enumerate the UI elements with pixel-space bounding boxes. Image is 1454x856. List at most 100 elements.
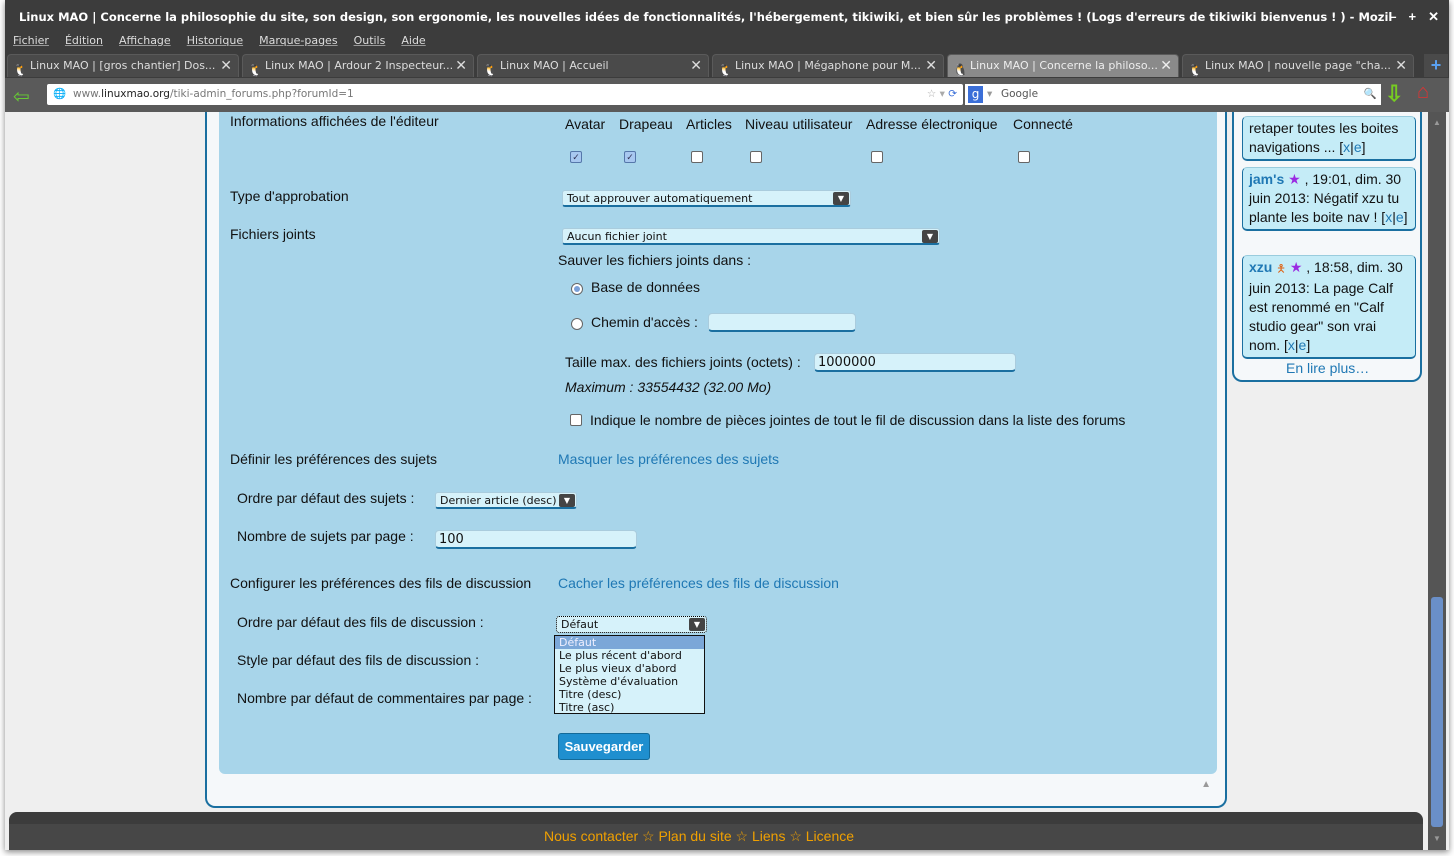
thread-prefs-link[interactable]: Cacher les préférences des fils de discu…: [558, 575, 839, 591]
url-path: /tiki-admin_forums.php?forumId=1: [169, 88, 354, 100]
tab[interactable]: 🐧 Linux MAO | Mégaphone pour M... ✕: [712, 54, 944, 77]
tab[interactable]: 🐧 Linux MAO | Accueil ✕: [477, 54, 709, 77]
menu-aide[interactable]: Aide: [401, 34, 425, 47]
tab[interactable]: 🐧 Linux MAO | nouvelle page "cha... ✕: [1182, 54, 1414, 77]
back-arrow-icon[interactable]: ⇦: [13, 84, 30, 109]
magnifier-icon[interactable]: 🔍: [1364, 84, 1377, 105]
star-icon: ★: [1289, 259, 1303, 275]
tab[interactable]: 🐧 Linux MAO | Ardour 2 Inspecteur... ✕: [242, 54, 474, 77]
menu-outils[interactable]: Outils: [354, 34, 386, 47]
email-checkbox[interactable]: [871, 151, 883, 163]
shout-edit-link[interactable]: e: [1299, 337, 1307, 353]
reload-icon[interactable]: ⟳: [948, 88, 957, 100]
close-tab-icon[interactable]: ✕: [690, 55, 702, 77]
url-bar[interactable]: 🌐 www.linuxmao.org/tiki-admin_forums.php…: [47, 84, 963, 105]
new-tab-button[interactable]: +: [1424, 54, 1448, 77]
dropdown-option[interactable]: Le plus vieux d'abord: [555, 662, 704, 675]
chevron-down-icon[interactable]: ▾: [987, 84, 992, 105]
close-button[interactable]: ✕: [1428, 9, 1439, 24]
home-icon[interactable]: ⌂: [1417, 81, 1429, 104]
store-path-radio[interactable]: [571, 318, 583, 330]
tux-icon: 🐧: [718, 63, 733, 77]
menu-affichage[interactable]: Affichage: [119, 34, 171, 47]
tab[interactable]: 🐧 Linux MAO | [gros chantier] Dos... ✕: [7, 54, 239, 77]
topic-order-label: Ordre par défaut des sujets :: [237, 490, 415, 506]
topic-order-select[interactable]: Dernier article (desc) ▼: [435, 492, 577, 509]
browser-window: Linux MAO | Concerne la philosophie du s…: [5, 0, 1449, 850]
close-tab-icon[interactable]: ✕: [1160, 55, 1172, 77]
bookmark-star-icon[interactable]: ☆ ▾ ⟳: [927, 84, 957, 105]
window-title: Linux MAO | Concerne la philosophie du s…: [19, 10, 1393, 24]
connecte-checkbox[interactable]: [1018, 151, 1030, 163]
approval-value: Tout approuver automatiquement: [567, 192, 753, 205]
site-footer: Nous contacter ☆ Plan du site ☆ Liens ☆ …: [9, 812, 1423, 850]
col-niveau: Niveau utilisateur: [745, 116, 853, 132]
tux-icon: 🐧: [13, 63, 28, 77]
max-size-note: Maximum : 33554432 (32.00 Mo): [565, 379, 772, 395]
col-avatar: Avatar: [565, 116, 606, 132]
dropdown-option[interactable]: Système d'évaluation: [555, 675, 704, 688]
store-db-radio[interactable]: [571, 283, 583, 295]
footer-links[interactable]: Nous contacter ☆ Plan du site ☆ Liens ☆ …: [544, 828, 854, 844]
navigation-bar: ⇦ 🌐 www.linuxmao.org/tiki-admin_forums.p…: [5, 78, 1449, 112]
shout-edit-link[interactable]: e: [1354, 139, 1362, 155]
menu-edition[interactable]: Édition: [65, 34, 103, 47]
articles-checkbox[interactable]: [691, 151, 703, 163]
close-tab-icon[interactable]: ✕: [1395, 55, 1407, 77]
dropdown-option[interactable]: Titre (desc): [555, 688, 704, 701]
niveau-checkbox[interactable]: [750, 151, 762, 163]
topic-prefs-link[interactable]: Masquer les préférences des sujets: [558, 451, 779, 467]
tab-label: Linux MAO | Mégaphone pour M...: [735, 59, 921, 72]
menu-marque-pages[interactable]: Marque-pages: [259, 34, 337, 47]
menu-bar: Fichier Édition Affichage Historique Marque-…: [5, 34, 434, 52]
thread-prefs-label: Configurer les préférences des fils de d…: [230, 575, 532, 591]
url-domain: linuxmao.org: [101, 88, 170, 100]
maximize-button[interactable]: +: [1409, 9, 1417, 24]
dropdown-option[interactable]: Défaut: [555, 636, 704, 649]
tab-label: Linux MAO | Ardour 2 Inspecteur...: [265, 59, 454, 72]
shout-user-link[interactable]: xzu: [1249, 259, 1272, 275]
shout-user-link[interactable]: jam's: [1249, 171, 1284, 187]
col-email: Adresse électronique: [866, 116, 998, 132]
window-controls: – + ✕: [1377, 0, 1439, 34]
store-path-input[interactable]: [708, 313, 856, 332]
search-input[interactable]: g ▾ Google 🔍: [965, 84, 1381, 105]
dropdown-option[interactable]: Le plus récent d'abord: [555, 649, 704, 662]
menu-historique[interactable]: Historique: [187, 34, 243, 47]
drapeau-checkbox[interactable]: ✓: [624, 151, 636, 163]
shout-delete-link[interactable]: x: [1288, 337, 1295, 353]
topics-per-page-input[interactable]: 100: [435, 530, 637, 549]
vertical-scrollbar[interactable]: ▲ ▼: [1428, 112, 1446, 850]
scrollbar-thumb[interactable]: [1431, 597, 1443, 827]
shout-delete-link[interactable]: x: [1385, 209, 1392, 225]
minimize-button[interactable]: –: [1389, 9, 1396, 24]
google-icon[interactable]: g: [968, 86, 983, 103]
tab-active[interactable]: 🐧 Linux MAO | Concerne la philoso... ✕: [947, 54, 1179, 77]
shout-delete-link[interactable]: x: [1343, 139, 1350, 155]
shout-text: , 18:58, dim. 30 juin 2013: La page Calf…: [1249, 259, 1403, 353]
count-attachments-checkbox[interactable]: [570, 414, 582, 426]
avatar-checkbox[interactable]: ✓: [570, 151, 582, 163]
scroll-top-icon[interactable]: ▲: [1201, 779, 1211, 790]
chevron-down-icon: ▼: [689, 618, 705, 631]
max-size-input[interactable]: 1000000: [814, 353, 1016, 372]
store-db-label: Base de données: [591, 279, 700, 295]
read-more-link[interactable]: En lire plus…: [1286, 360, 1369, 376]
tux-icon: 🐧: [1188, 63, 1203, 77]
download-arrow-icon[interactable]: ⇩: [1385, 81, 1403, 107]
close-tab-icon[interactable]: ✕: [220, 55, 232, 77]
thread-order-select[interactable]: Défaut ▼: [556, 616, 707, 633]
scroll-down-icon[interactable]: ▼: [1433, 834, 1441, 843]
chevron-down-icon: ▼: [833, 192, 849, 205]
dropdown-option[interactable]: Titre (asc): [555, 701, 704, 714]
attachments-select[interactable]: Aucun fichier joint ▼: [562, 228, 940, 245]
approval-select[interactable]: Tout approuver automatiquement ▼: [562, 190, 851, 207]
col-drapeau: Drapeau: [619, 116, 673, 132]
save-button[interactable]: Sauvegarder: [558, 733, 650, 760]
topics-per-page-label: Nombre de sujets par page :: [237, 528, 414, 544]
menu-fichier[interactable]: Fichier: [13, 34, 49, 47]
shout-edit-link[interactable]: e: [1396, 209, 1404, 225]
close-tab-icon[interactable]: ✕: [925, 55, 937, 77]
scroll-up-icon[interactable]: ▲: [1433, 118, 1441, 127]
close-tab-icon[interactable]: ✕: [455, 55, 467, 77]
